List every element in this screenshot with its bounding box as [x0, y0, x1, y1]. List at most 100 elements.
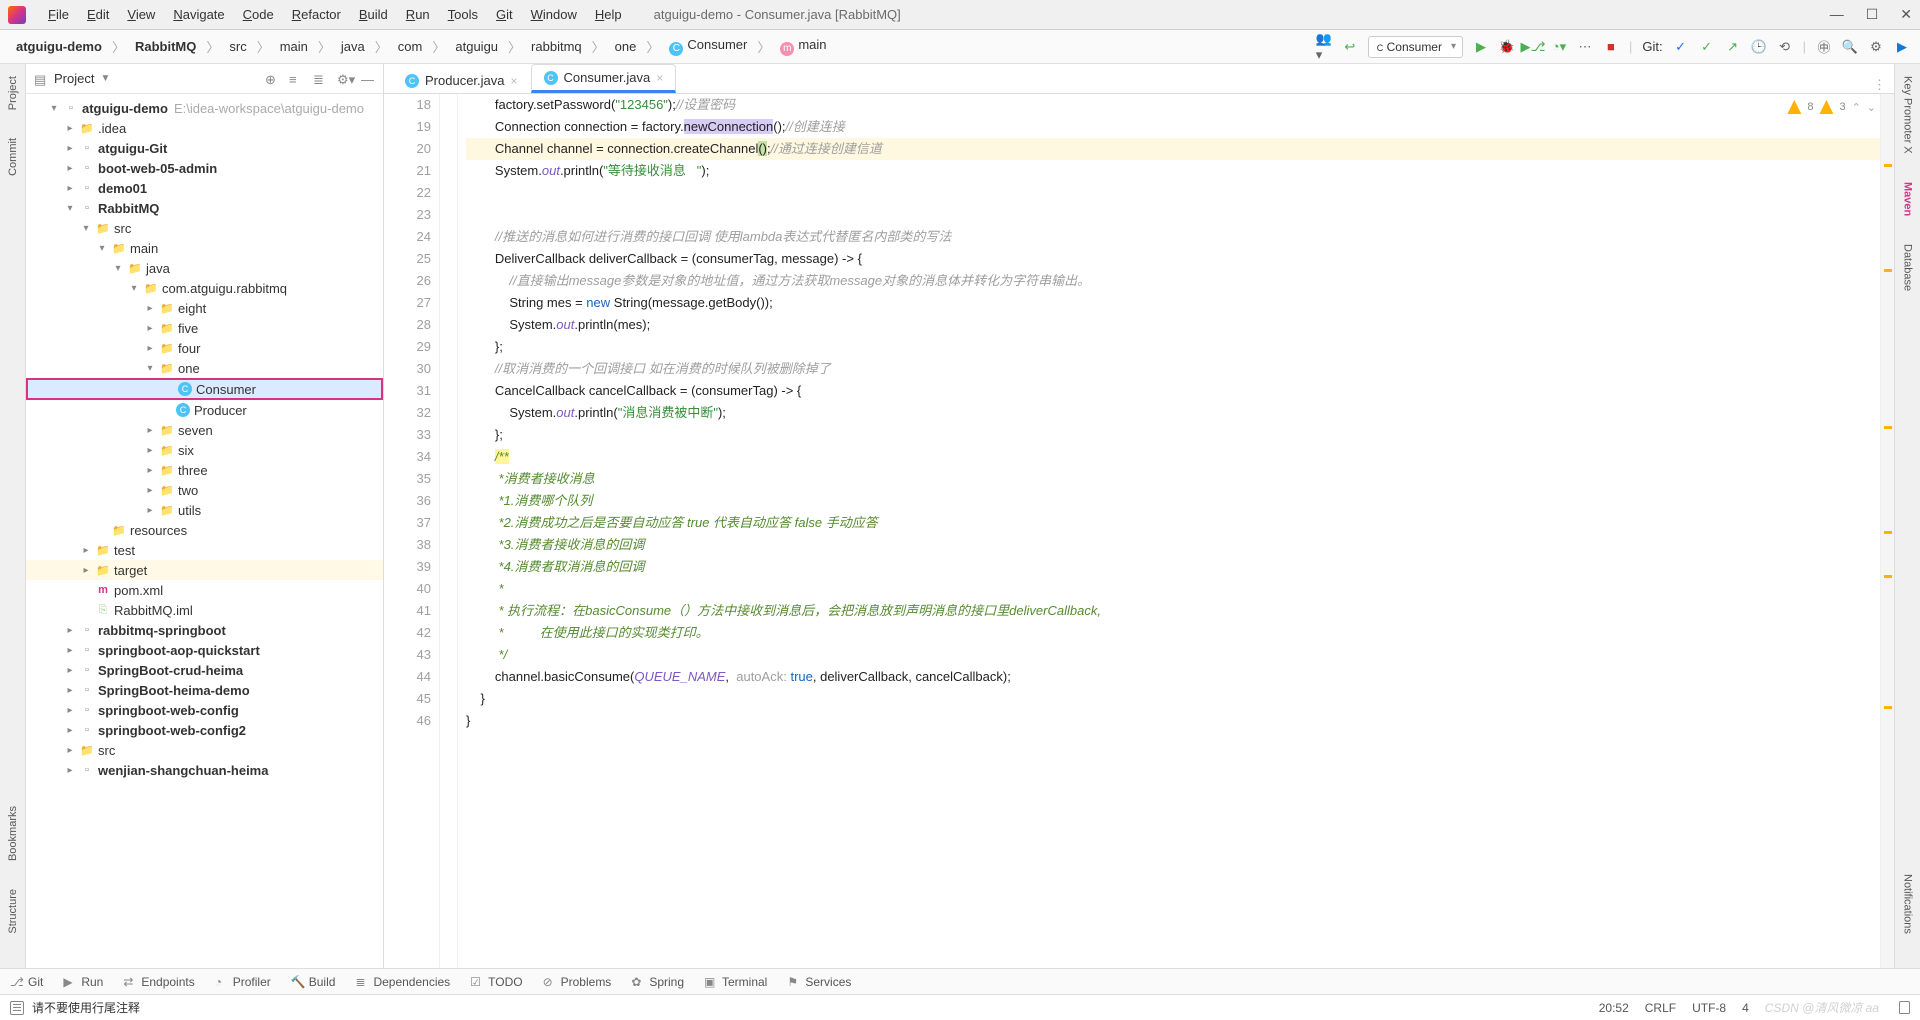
- breadcrumb-item[interactable]: mmain: [774, 35, 832, 58]
- attach-icon[interactable]: ⋯: [1577, 39, 1593, 55]
- tree-item[interactable]: ▾📁src: [26, 218, 383, 238]
- menu-git[interactable]: Git: [488, 4, 521, 25]
- close-icon[interactable]: ✕: [1900, 6, 1912, 23]
- tree-item[interactable]: ▸▫boot-web-05-admin: [26, 158, 383, 178]
- collapse-all-icon[interactable]: ≣: [313, 72, 327, 86]
- tree-item[interactable]: ▾📁com.atguigu.rabbitmq: [26, 278, 383, 298]
- run-config-selector[interactable]: C Consumer: [1368, 36, 1463, 58]
- bottom-tool-endpoints[interactable]: ⇄Endpoints: [123, 975, 194, 989]
- breadcrumb-item[interactable]: atguigu: [449, 37, 504, 56]
- hide-icon[interactable]: —: [361, 72, 375, 86]
- tree-item[interactable]: ▾📁one: [26, 358, 383, 378]
- tree-item[interactable]: ▸📁five: [26, 318, 383, 338]
- bottom-tool-terminal[interactable]: ▣Terminal: [704, 975, 767, 989]
- tree-item[interactable]: ▸▫SpringBoot-heima-demo: [26, 680, 383, 700]
- git-rollback-icon[interactable]: ⟲: [1777, 39, 1793, 55]
- rail-maven[interactable]: Maven: [1902, 178, 1914, 220]
- tree-item[interactable]: ▾▫RabbitMQ: [26, 198, 383, 218]
- event-log-icon[interactable]: [10, 1001, 24, 1015]
- bottom-tool-services[interactable]: ⚑Services: [787, 975, 851, 989]
- coverage-icon[interactable]: ▶⎇: [1525, 39, 1541, 55]
- breadcrumb-item[interactable]: one: [609, 37, 643, 56]
- fold-gutter[interactable]: [440, 94, 458, 968]
- ide-features-icon[interactable]: ▶: [1894, 39, 1910, 55]
- menu-build[interactable]: Build: [351, 4, 396, 25]
- breadcrumb-item[interactable]: java: [335, 37, 371, 56]
- menu-window[interactable]: Window: [523, 4, 585, 25]
- bottom-tool-profiler[interactable]: ◔Profiler: [215, 975, 271, 989]
- bottom-tool-problems[interactable]: ⊘Problems: [543, 975, 612, 989]
- back-icon[interactable]: ↩: [1342, 39, 1358, 55]
- git-push-icon[interactable]: ↗: [1725, 39, 1741, 55]
- expand-all-icon[interactable]: ≡: [289, 72, 303, 86]
- tree-item[interactable]: ▸📁src: [26, 740, 383, 760]
- next-highlight-icon[interactable]: ⌄: [1867, 101, 1876, 114]
- rail-key-promoter[interactable]: Key Promoter X: [1902, 72, 1914, 158]
- tree-item[interactable]: ▸▫wenjian-shangchuan-heima: [26, 760, 383, 780]
- tree-item[interactable]: ▸▫springboot-aop-quickstart: [26, 640, 383, 660]
- tree-item[interactable]: ▸▫SpringBoot-crud-heima: [26, 660, 383, 680]
- stop-icon[interactable]: ■: [1603, 39, 1619, 55]
- project-dropdown-icon[interactable]: ▼: [100, 73, 110, 84]
- breadcrumb-item[interactable]: atguigu-demo: [10, 37, 108, 56]
- git-history-icon[interactable]: 🕒: [1751, 39, 1767, 55]
- inspection-badges[interactable]: 8 3 ⌃ ⌄: [1787, 100, 1876, 114]
- editor-tab[interactable]: CProducer.java×: [392, 67, 531, 93]
- tree-item[interactable]: ▸▫atguigu-Git: [26, 138, 383, 158]
- menu-navigate[interactable]: Navigate: [165, 4, 232, 25]
- rail-database[interactable]: Database: [1902, 240, 1914, 295]
- breadcrumb-item[interactable]: CConsumer: [663, 35, 753, 58]
- settings-dropdown-icon[interactable]: ⚙▾: [337, 72, 351, 86]
- locate-icon[interactable]: ⊕: [265, 72, 279, 86]
- project-view-icon[interactable]: ▤: [34, 72, 48, 86]
- line-gutter[interactable]: 1819202122232425262728293031323334353637…: [384, 94, 440, 968]
- tree-item[interactable]: CConsumer: [26, 378, 383, 400]
- menu-view[interactable]: View: [119, 4, 163, 25]
- error-stripe[interactable]: [1880, 94, 1894, 968]
- breadcrumb-item[interactable]: com: [392, 37, 429, 56]
- prev-highlight-icon[interactable]: ⌃: [1852, 101, 1861, 114]
- menu-edit[interactable]: Edit: [79, 4, 117, 25]
- tree-item[interactable]: ▸📁utils: [26, 500, 383, 520]
- rail-project[interactable]: Project: [7, 72, 19, 114]
- search-icon[interactable]: 🔍: [1842, 39, 1858, 55]
- tree-item[interactable]: ▸📁two: [26, 480, 383, 500]
- tree-item[interactable]: ▸📁three: [26, 460, 383, 480]
- git-commit-icon[interactable]: ✓: [1699, 39, 1715, 55]
- tree-item[interactable]: 📁resources: [26, 520, 383, 540]
- rail-commit[interactable]: Commit: [7, 134, 19, 180]
- tab-tools-icon[interactable]: ⋮: [1873, 77, 1886, 93]
- tree-item[interactable]: ▸📁four: [26, 338, 383, 358]
- lock-icon[interactable]: [1899, 1001, 1910, 1014]
- tree-item[interactable]: CProducer: [26, 400, 383, 420]
- tree-item[interactable]: ▸📁six: [26, 440, 383, 460]
- tree-item[interactable]: ▸📁eight: [26, 298, 383, 318]
- menu-help[interactable]: Help: [587, 4, 630, 25]
- breadcrumb-item[interactable]: src: [223, 37, 252, 56]
- status-indent[interactable]: 4: [1742, 1001, 1749, 1015]
- tree-item[interactable]: ▸📁target: [26, 560, 383, 580]
- close-tab-icon[interactable]: ×: [511, 74, 518, 88]
- tree-item[interactable]: ▸📁test: [26, 540, 383, 560]
- bottom-tool-run[interactable]: ▶Run: [63, 975, 103, 989]
- run-icon[interactable]: ▶: [1473, 39, 1489, 55]
- menu-tools[interactable]: Tools: [440, 4, 486, 25]
- tree-item[interactable]: ▾📁main: [26, 238, 383, 258]
- tree-item[interactable]: ▾📁java: [26, 258, 383, 278]
- tree-item[interactable]: ⎘RabbitMQ.iml: [26, 600, 383, 620]
- bottom-tool-spring[interactable]: ✿Spring: [631, 975, 684, 989]
- debug-icon[interactable]: 🐞: [1499, 39, 1515, 55]
- menu-code[interactable]: Code: [235, 4, 282, 25]
- status-encoding[interactable]: UTF-8: [1692, 1001, 1726, 1015]
- minimize-icon[interactable]: —: [1830, 6, 1844, 23]
- code-editor[interactable]: factory.setPassword("123456");//设置密码 Con…: [458, 94, 1880, 968]
- tree-item[interactable]: ▸📁seven: [26, 420, 383, 440]
- editor-tab[interactable]: CConsumer.java×: [531, 64, 677, 93]
- status-eol[interactable]: CRLF: [1645, 1001, 1676, 1015]
- git-update-icon[interactable]: ✓: [1673, 39, 1689, 55]
- breadcrumb-item[interactable]: RabbitMQ: [129, 37, 202, 56]
- tree-item[interactable]: ▸▫springboot-web-config2: [26, 720, 383, 740]
- users-icon[interactable]: 👥▾: [1316, 39, 1332, 55]
- translate-icon[interactable]: ㊥: [1816, 39, 1832, 55]
- menu-file[interactable]: File: [40, 4, 77, 25]
